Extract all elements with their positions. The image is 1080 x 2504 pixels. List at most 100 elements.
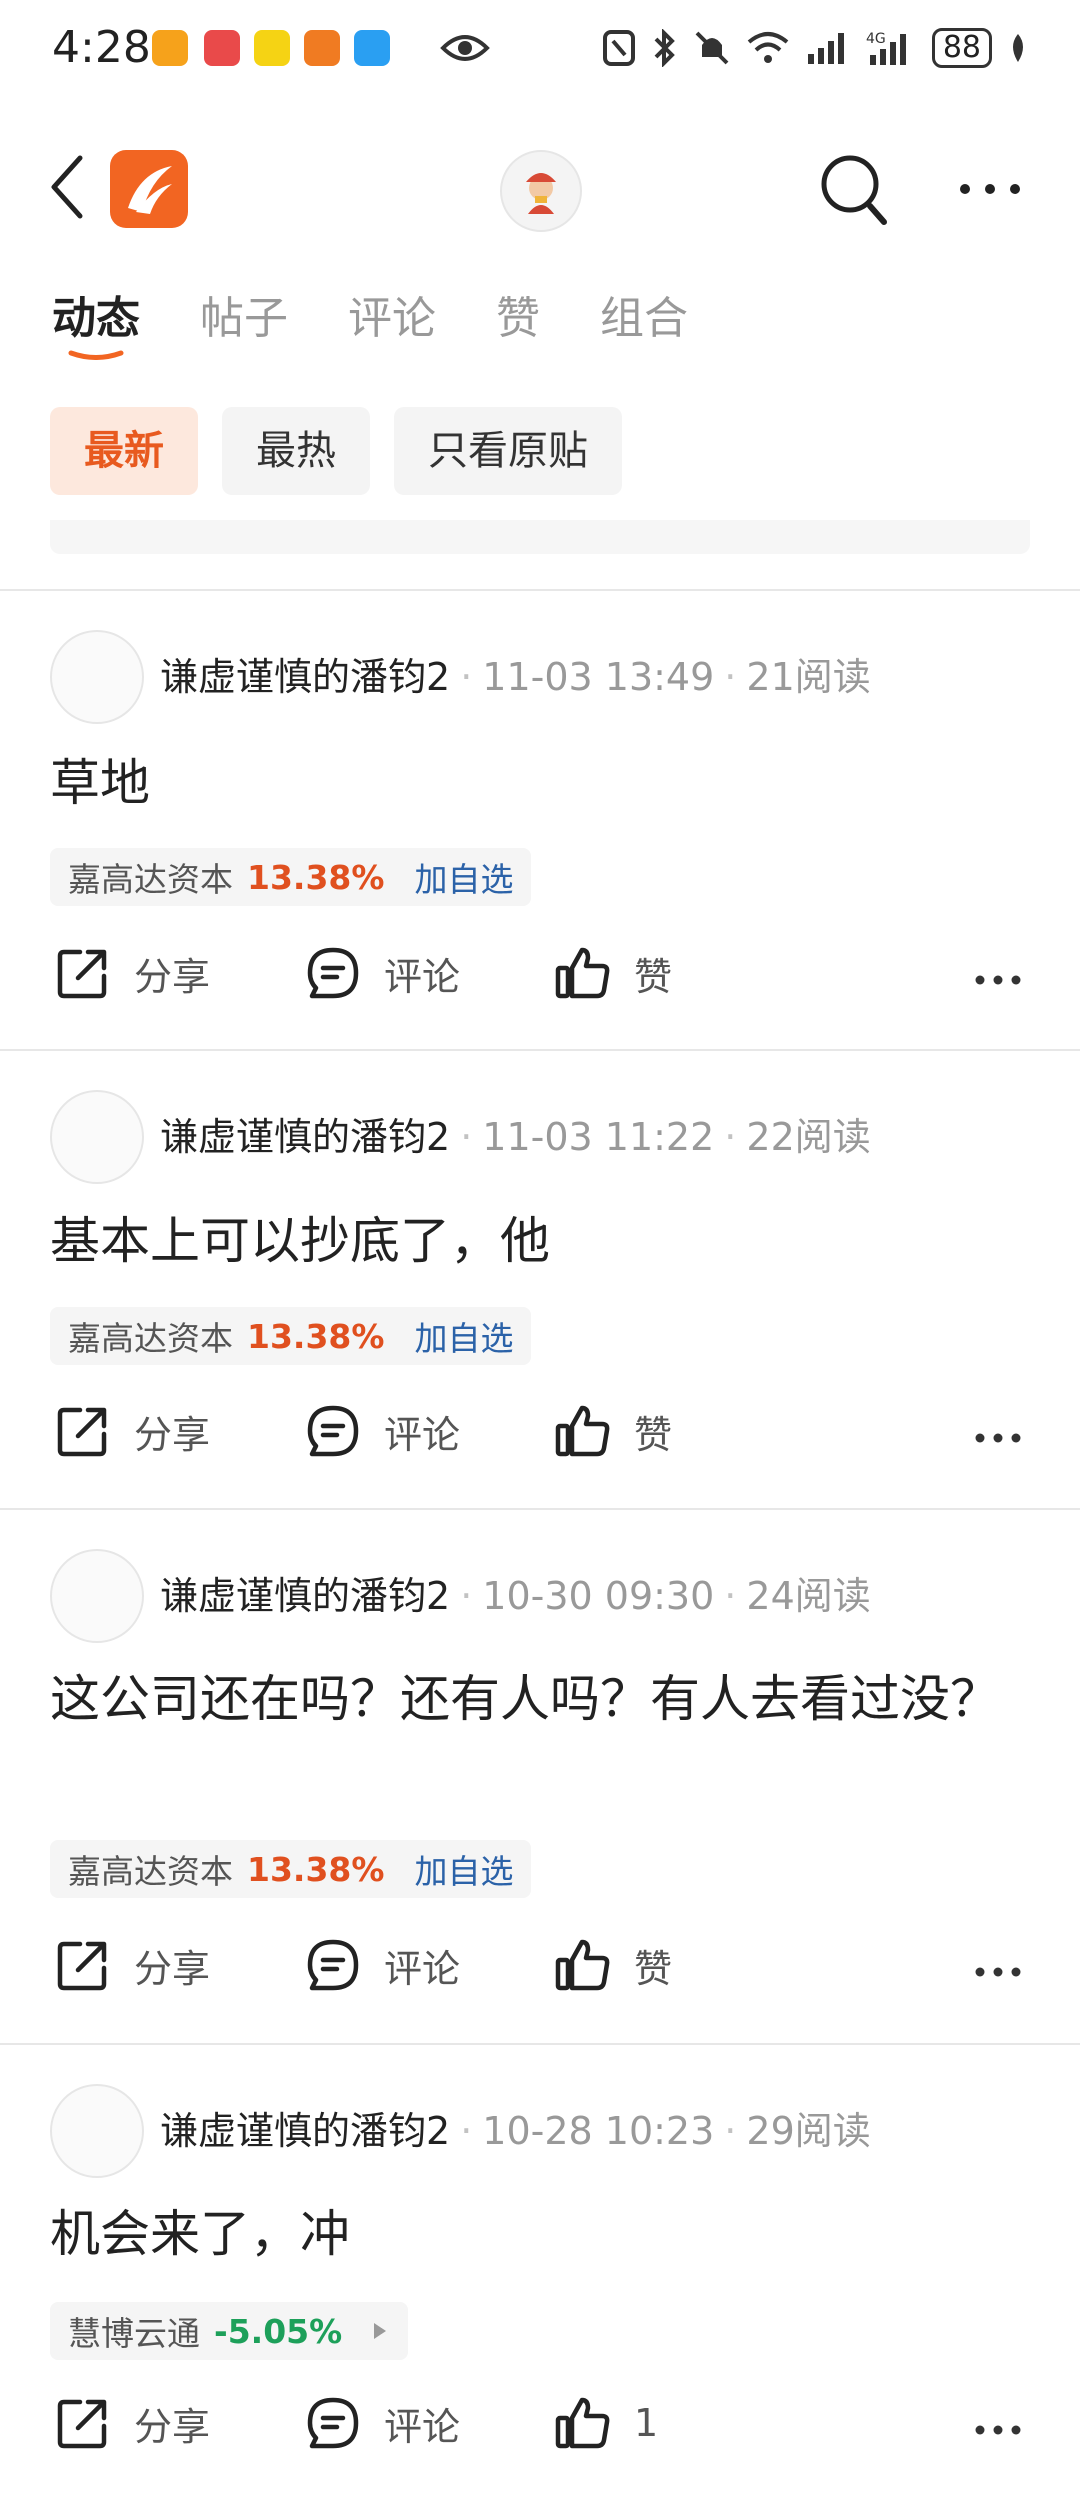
like-count: 1 (634, 2401, 659, 2445)
wifi-icon (747, 32, 789, 63)
read-count: 21阅读 (746, 655, 871, 699)
stock-tag[interactable]: 嘉高达资本 13.38% 加自选 (50, 1307, 532, 1365)
post-card: 谦虚谨慎的潘钧2 · 10-30 09:30 · 24阅读 这公司还在吗？还有人吗？有人… (0, 1509, 1080, 2043)
author-name[interactable]: 谦虚谨慎的潘钧2 (160, 1574, 450, 1618)
stock-tag[interactable]: 嘉高达资本 13.38% 加自选 (50, 1840, 532, 1898)
active-tab-indicator (68, 350, 124, 360)
read-count: 24阅读 (746, 1574, 871, 1618)
tab-portfolio[interactable]: 组合 (600, 282, 688, 346)
share-label: 分享 (134, 1412, 211, 1457)
add-watchlist-button[interactable]: 加自选 (414, 1312, 513, 1360)
notification-app-icon (354, 30, 390, 66)
system-icons: 4G 88 (602, 28, 1028, 68)
post-card: 谦虚谨慎的潘钧2 · 11-03 11:22 · 22阅读 基本上可以抄底了，他 嘉高达… (0, 1050, 1080, 1508)
like-label: 赞 (634, 1412, 673, 1457)
avatar[interactable] (500, 150, 582, 232)
post-card: 谦虚谨慎的潘钧2 · 10-28 10:23 · 29阅读 机会来了，冲 慧博云通 -5… (0, 2044, 1080, 2504)
play-arrow-icon (374, 2323, 387, 2339)
tab-comments[interactable]: 评论 (348, 282, 436, 346)
author-avatar[interactable] (50, 1549, 144, 1643)
search-icon[interactable] (818, 152, 890, 228)
stock-name: 嘉高达资本 (68, 860, 233, 899)
stock-change: -5.05% (214, 2311, 343, 2351)
post-text[interactable]: 这公司还在吗？还有人吗？有人去看过没？ (50, 1661, 1030, 1737)
battery-indicator: 88 (931, 28, 992, 68)
share-button[interactable]: 分享 (54, 1936, 210, 1994)
post-date: 10-30 09:30 (482, 1574, 715, 1618)
share-icon (57, 1941, 107, 1991)
app-logo-mark (128, 166, 172, 214)
share-button[interactable]: 分享 (54, 1402, 210, 1460)
like-button[interactable]: 赞 (554, 1936, 672, 1994)
author-avatar[interactable] (50, 2084, 144, 2178)
thumbs-up-icon (555, 947, 610, 999)
eye-icon (440, 35, 490, 61)
stock-tag[interactable]: 嘉高达资本 13.38% 加自选 (50, 848, 532, 906)
share-button[interactable]: 分享 (54, 2394, 210, 2452)
comment-button[interactable]: 评论 (304, 2394, 460, 2452)
author-name[interactable]: 谦虚谨慎的潘钧2 (160, 1115, 450, 1159)
comment-label: 评论 (384, 1946, 461, 1991)
share-icon (57, 1407, 107, 1457)
top-nav-bar (0, 110, 1080, 260)
comment-label: 评论 (384, 954, 461, 999)
share-label: 分享 (134, 2404, 211, 2449)
like-button[interactable]: 赞 (554, 944, 672, 1002)
stock-tag[interactable]: 慧博云通 -5.05% (50, 2302, 409, 2360)
post-text[interactable]: 基本上可以抄底了，他 (50, 1203, 1030, 1279)
like-button[interactable]: 1 (554, 2394, 658, 2452)
read-count: 29阅读 (746, 2109, 871, 2153)
post-card: 谦虚谨慎的潘钧2 · 11-03 13:49 · 21阅读 草地 嘉高达资本 13.38… (0, 590, 1080, 1050)
like-button[interactable]: 赞 (554, 1402, 672, 1460)
post-meta: 谦虚谨慎的潘钧2 · 11-03 11:22 · 22阅读 (160, 1115, 871, 1159)
comment-icon (307, 1939, 359, 1991)
author-name[interactable]: 谦虚谨慎的潘钧2 (160, 2109, 450, 2153)
author-avatar[interactable] (50, 630, 144, 724)
share-button[interactable]: 分享 (54, 944, 210, 1002)
comment-button[interactable]: 评论 (304, 944, 460, 1002)
post-text[interactable]: 草地 (50, 745, 1030, 821)
back-icon[interactable] (48, 152, 88, 222)
comment-icon (307, 947, 359, 999)
filter-original-only[interactable]: 只看原贴 (394, 407, 622, 495)
thumbs-up-icon (555, 1405, 610, 1457)
tab-posts[interactable]: 帖子 (200, 282, 288, 346)
filter-hottest[interactable]: 最热 (222, 407, 370, 495)
filter-chips: 最新 最热 只看原贴 (50, 407, 622, 495)
bluetooth-icon (654, 29, 675, 67)
comment-button[interactable]: 评论 (304, 1402, 460, 1460)
comment-label: 评论 (384, 2404, 461, 2449)
post-actions: 分享 评论 赞 (0, 944, 1080, 1014)
read-count: 22阅读 (746, 1115, 871, 1159)
comment-label: 评论 (384, 1412, 461, 1457)
more-icon[interactable] (974, 1432, 1022, 1444)
stock-name: 嘉高达资本 (68, 1319, 233, 1358)
notification-app-icon (304, 30, 340, 66)
post-date: 11-03 13:49 (482, 655, 715, 699)
more-icon[interactable] (974, 974, 1022, 986)
signal-4g-icon: 4G (866, 31, 906, 65)
tab-likes[interactable]: 赞 (496, 282, 540, 346)
tab-dynamics[interactable]: 动态 (52, 282, 140, 346)
post-text[interactable]: 机会来了，冲 (50, 2196, 1030, 2272)
more-icon[interactable] (974, 2424, 1022, 2436)
share-label: 分享 (134, 954, 211, 999)
post-actions: 分享 评论 赞 (0, 1936, 1080, 2006)
mute-bell-icon (695, 31, 729, 65)
stock-change: 13.38% (247, 857, 385, 897)
comment-button[interactable]: 评论 (304, 1936, 460, 1994)
more-icon[interactable] (974, 1966, 1022, 1978)
banner-strip (50, 520, 1030, 554)
filter-latest[interactable]: 最新 (50, 407, 198, 495)
app-logo[interactable] (110, 150, 188, 228)
author-avatar[interactable] (50, 1090, 144, 1184)
more-icon[interactable] (958, 182, 1022, 196)
add-watchlist-button[interactable]: 加自选 (414, 853, 513, 901)
status-bar: 4:28 4G 88 (0, 0, 1080, 100)
author-name[interactable]: 谦虚谨慎的潘钧2 (160, 655, 450, 699)
notification-app-icon (204, 30, 240, 66)
stock-name: 慧博云通 (68, 2314, 200, 2353)
add-watchlist-button[interactable]: 加自选 (414, 1845, 513, 1893)
share-icon (57, 949, 107, 999)
post-actions: 分享 评论 赞 (0, 1402, 1080, 1472)
